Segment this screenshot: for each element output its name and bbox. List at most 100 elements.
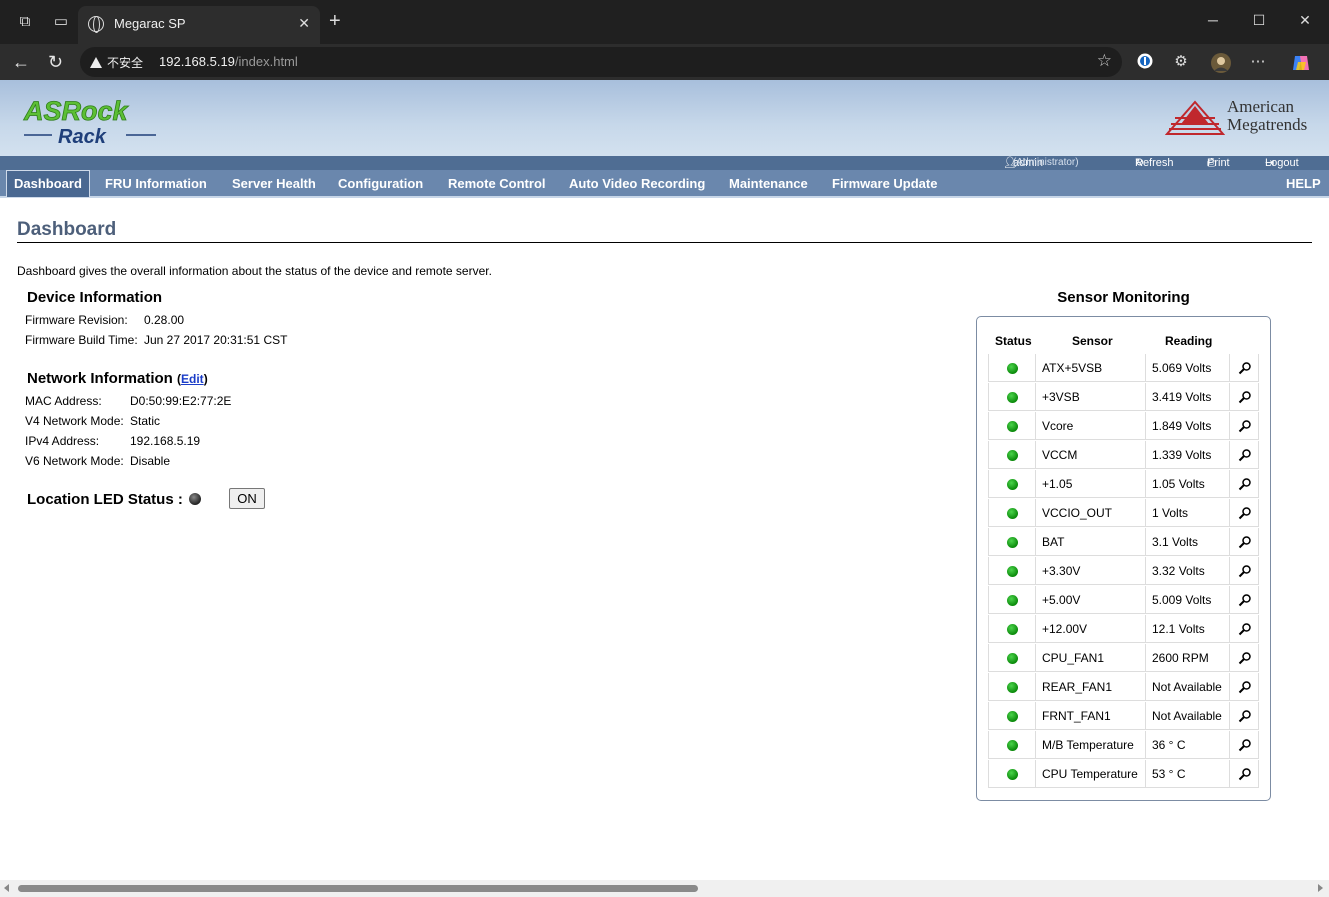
profile-avatar[interactable] bbox=[1210, 52, 1231, 73]
sensor-name: FRNT_FAN1 bbox=[1036, 702, 1146, 730]
sensor-reading: 5.009 Volts bbox=[1146, 586, 1230, 614]
sensor-status-cell bbox=[988, 499, 1036, 527]
logout-label: Logout bbox=[1265, 157, 1299, 169]
scrollbar-thumb[interactable] bbox=[18, 885, 698, 892]
edit-close-paren: ) bbox=[203, 372, 208, 386]
menu-fru-information[interactable]: FRU Information bbox=[98, 170, 214, 198]
sensor-details-button[interactable] bbox=[1230, 586, 1259, 614]
sensor-reading: 1 Volts bbox=[1146, 499, 1230, 527]
close-window-icon[interactable]: ✕ bbox=[1295, 12, 1315, 29]
menu-configuration[interactable]: Configuration bbox=[331, 170, 430, 198]
scroll-right-icon[interactable] bbox=[1318, 884, 1323, 892]
sensor-reading: 12.1 Volts bbox=[1146, 615, 1230, 643]
header-sensor: Sensor bbox=[1072, 334, 1113, 348]
security-warning[interactable]: 不安全 bbox=[90, 54, 143, 71]
sensor-status-cell bbox=[988, 528, 1036, 556]
browser-tab[interactable]: Megarac SP ✕ bbox=[78, 6, 320, 44]
status-ok-icon bbox=[1007, 392, 1018, 403]
sensor-details-button[interactable] bbox=[1230, 441, 1259, 469]
menu-maintenance[interactable]: Maintenance bbox=[722, 170, 815, 198]
favorite-star-icon[interactable]: ☆ bbox=[1097, 51, 1112, 71]
url-host: 192.168.5.19 bbox=[159, 54, 235, 69]
sensor-name: M/B Temperature bbox=[1036, 731, 1146, 759]
ami-logo-line1: American bbox=[1227, 97, 1295, 116]
sensor-monitoring-title: Sensor Monitoring bbox=[1057, 289, 1190, 306]
ami-logo: American Megatrends bbox=[1165, 98, 1315, 138]
menu-remote-control[interactable]: Remote Control bbox=[441, 170, 553, 198]
status-ok-icon bbox=[1007, 537, 1018, 548]
menu-server-health[interactable]: Server Health bbox=[225, 170, 323, 198]
sensor-status-cell bbox=[988, 644, 1036, 672]
firmware-build-value: Jun 27 2017 20:31:51 CST bbox=[144, 333, 288, 347]
sensor-row: REAR_FAN1 Not Available bbox=[988, 673, 1259, 702]
extensions-icon[interactable]: ⚙ bbox=[1171, 52, 1191, 72]
sensor-details-button[interactable] bbox=[1230, 615, 1259, 643]
sensor-name: REAR_FAN1 bbox=[1036, 673, 1146, 701]
copilot-icon[interactable] bbox=[1290, 52, 1310, 72]
workspaces-icon[interactable]: ⧉ bbox=[16, 13, 34, 31]
sensor-name: ATX+5VSB bbox=[1036, 354, 1146, 382]
sensor-details-button[interactable] bbox=[1230, 412, 1259, 440]
new-tab-icon[interactable]: + bbox=[329, 10, 341, 32]
status-ok-icon bbox=[1007, 363, 1018, 374]
sensor-details-button[interactable] bbox=[1230, 702, 1259, 730]
refresh-label: Refresh bbox=[1135, 157, 1174, 169]
tab-actions-icon[interactable]: ▭ bbox=[52, 13, 70, 31]
sensor-details-button[interactable] bbox=[1230, 354, 1259, 382]
password-manager-icon[interactable] bbox=[1135, 52, 1155, 72]
minimize-icon[interactable]: ─ bbox=[1203, 12, 1223, 28]
back-icon[interactable]: ← bbox=[12, 52, 30, 72]
svg-text:ASRock: ASRock bbox=[23, 96, 130, 126]
more-menu-icon[interactable]: ⋯ bbox=[1248, 52, 1268, 72]
sensor-row: VCCM 1.339 Volts bbox=[988, 441, 1259, 470]
page-intro: Dashboard gives the overall information … bbox=[17, 264, 492, 278]
v6-mode-row: V6 Network Mode: Disable bbox=[25, 454, 170, 468]
sensor-name: CPU Temperature bbox=[1036, 760, 1146, 788]
menu-dashboard[interactable]: Dashboard bbox=[6, 170, 90, 198]
browser-titlebar: ⧉ ▭ Megarac SP ✕ + ─ ☐ ✕ bbox=[0, 0, 1329, 44]
sensor-status-cell bbox=[988, 615, 1036, 643]
sensor-details-button[interactable] bbox=[1230, 673, 1259, 701]
location-led-label: Location LED Status : bbox=[27, 491, 183, 508]
status-ok-icon bbox=[1007, 740, 1018, 751]
horizontal-scrollbar[interactable] bbox=[0, 880, 1329, 897]
maximize-icon[interactable]: ☐ bbox=[1249, 12, 1269, 29]
sensor-details-button[interactable] bbox=[1230, 383, 1259, 411]
mac-address-value: D0:50:99:E2:77:2E bbox=[130, 394, 232, 408]
sensor-row: ATX+5VSB 5.069 Volts bbox=[988, 354, 1259, 383]
reload-icon[interactable]: ↻ bbox=[48, 52, 63, 72]
sensor-details-button[interactable] bbox=[1230, 499, 1259, 527]
sensor-name: VCCM bbox=[1036, 441, 1146, 469]
menu-auto-video-recording[interactable]: Auto Video Recording bbox=[562, 170, 712, 198]
v6-mode-value: Disable bbox=[130, 454, 171, 468]
sensor-status-cell bbox=[988, 470, 1036, 498]
sensor-details-button[interactable] bbox=[1230, 470, 1259, 498]
tab-close-icon[interactable]: ✕ bbox=[298, 15, 310, 32]
firmware-revision-value: 0.28.00 bbox=[144, 313, 185, 327]
sensor-reading: Not Available bbox=[1146, 673, 1230, 701]
sensor-details-button[interactable] bbox=[1230, 644, 1259, 672]
sensor-status-cell bbox=[988, 731, 1036, 759]
sensor-details-button[interactable] bbox=[1230, 528, 1259, 556]
firmware-build-row: Firmware Build Time: Jun 27 2017 20:31:5… bbox=[25, 333, 287, 347]
url-field[interactable]: 不安全 192.168.5.19/index.html ☆ bbox=[80, 47, 1122, 77]
menu-firmware-update[interactable]: Firmware Update bbox=[825, 170, 944, 198]
sensor-details-button[interactable] bbox=[1230, 760, 1259, 788]
sensor-name: +5.00V bbox=[1036, 586, 1146, 614]
sensor-name: VCCIO_OUT bbox=[1036, 499, 1146, 527]
network-edit-link[interactable]: Edit bbox=[181, 372, 204, 386]
status-ok-icon bbox=[1007, 421, 1018, 432]
sensor-row: CPU_FAN1 2600 RPM bbox=[988, 644, 1259, 673]
location-led-on-button[interactable]: ON bbox=[229, 488, 265, 509]
security-label: 不安全 bbox=[107, 56, 144, 70]
sensor-status-cell bbox=[988, 760, 1036, 788]
sensor-details-button[interactable] bbox=[1230, 557, 1259, 585]
sensor-reading: 1.849 Volts bbox=[1146, 412, 1230, 440]
sensor-details-button[interactable] bbox=[1230, 731, 1259, 759]
menu-help[interactable]: HELP bbox=[1279, 170, 1328, 198]
sensor-reading: 3.419 Volts bbox=[1146, 383, 1230, 411]
status-ok-icon bbox=[1007, 624, 1018, 635]
scroll-left-icon[interactable] bbox=[4, 884, 9, 892]
sensor-status-cell bbox=[988, 412, 1036, 440]
sensor-row: +3VSB 3.419 Volts bbox=[988, 383, 1259, 412]
